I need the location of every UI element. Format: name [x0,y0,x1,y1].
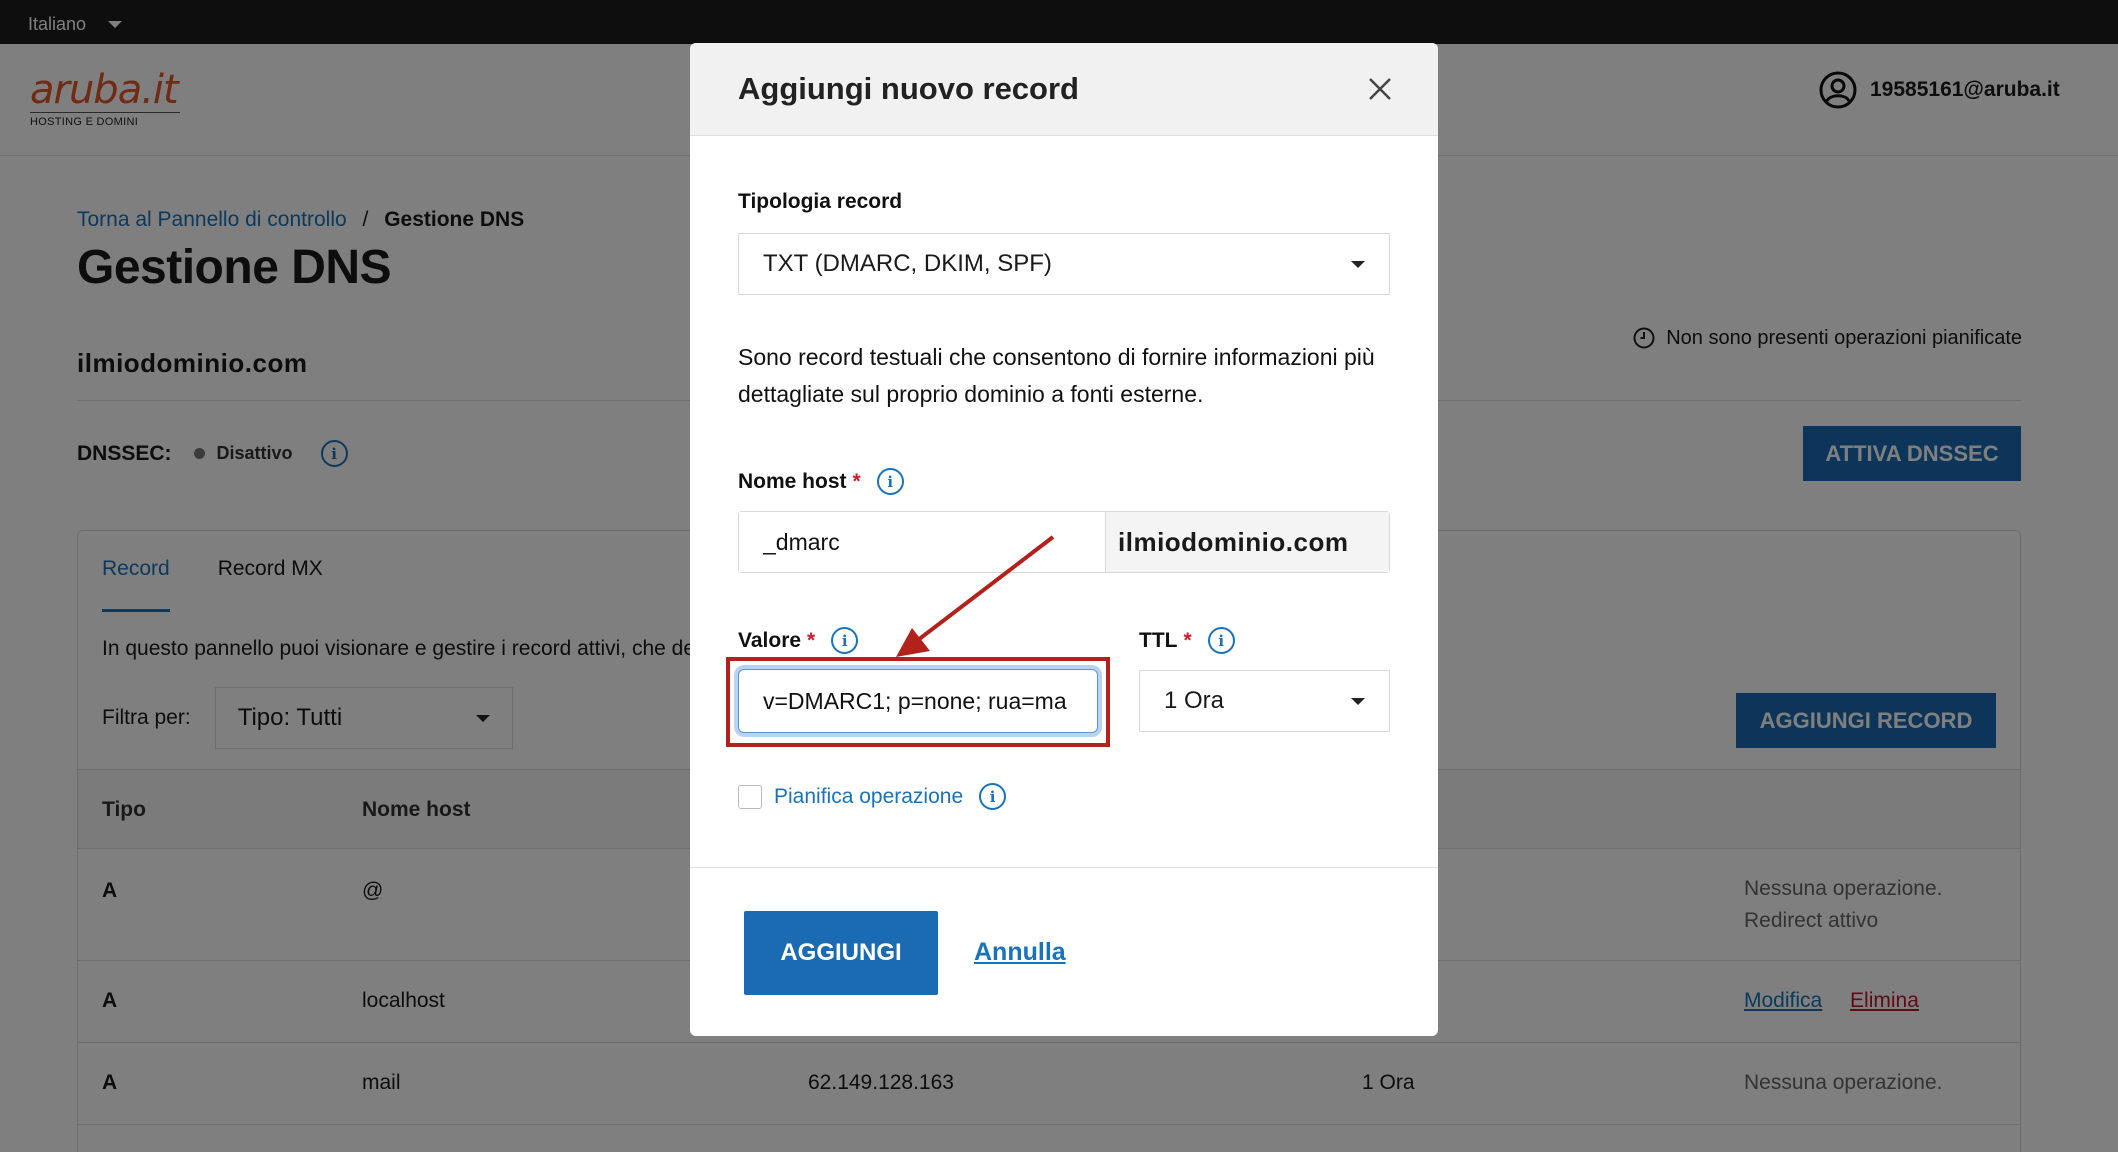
annotation-arrow [896,535,1055,657]
